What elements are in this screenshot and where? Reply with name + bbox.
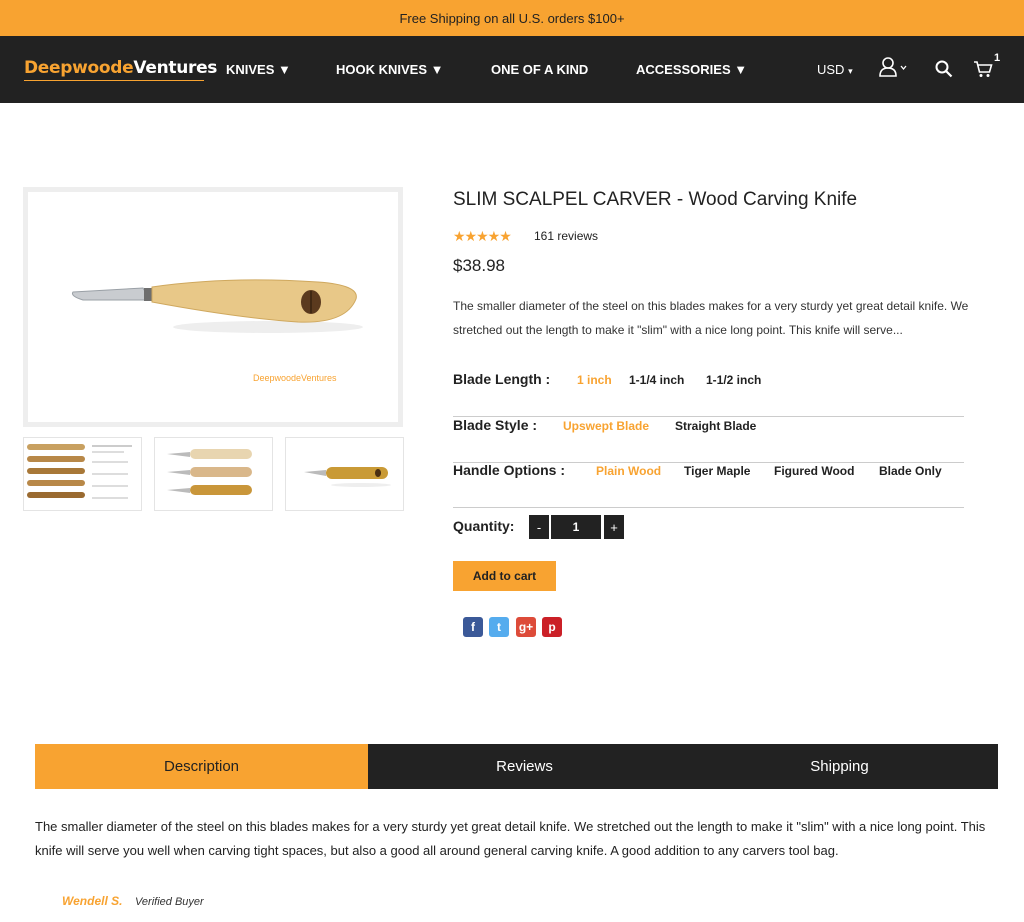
facebook-icon[interactable]: f xyxy=(463,617,483,637)
rating-stars: ★★★★★ xyxy=(453,228,512,244)
tab-reviews[interactable]: Reviews xyxy=(368,744,681,789)
product-tabs: Description Reviews Shipping xyxy=(35,744,998,789)
reviews-count-link[interactable]: 161 reviews xyxy=(534,229,598,243)
option-value-blade-only[interactable]: Blade Only xyxy=(879,464,942,478)
thumbnail-image xyxy=(304,467,391,487)
thumbnail-image xyxy=(27,444,132,499)
add-to-cart-button[interactable]: Add to cart xyxy=(453,561,556,591)
option-label: Blade Length : xyxy=(453,371,551,387)
quantity-input[interactable] xyxy=(551,515,601,539)
thumbnail-handle-variants[interactable] xyxy=(154,437,273,511)
option-label: Blade Style : xyxy=(453,417,538,433)
option-value-1-1-4-inch[interactable]: 1-1/4 inch xyxy=(629,373,684,387)
nav-item-hook-knives[interactable]: HOOK KNIVES ▼ xyxy=(336,62,444,77)
chevron-down-icon: ▾ xyxy=(848,66,853,76)
cart-button[interactable] xyxy=(973,60,993,83)
option-blade-length: Blade Length : 1 inch 1-1/4 inch 1-1/2 i… xyxy=(453,371,964,417)
quantity-label: Quantity: xyxy=(453,518,515,534)
logo-underline xyxy=(24,80,204,81)
promo-bar: Free Shipping on all U.S. orders $100+ xyxy=(0,0,1024,36)
image-watermark: DeepwoodeVentures xyxy=(253,373,337,383)
product-price: $38.98 xyxy=(453,256,505,275)
option-value-plain-wood[interactable]: Plain Wood xyxy=(596,464,661,478)
quantity-decrease-button[interactable]: - xyxy=(529,515,549,539)
knife-image xyxy=(72,279,363,333)
option-value-1-1-2-inch[interactable]: 1-1/2 inch xyxy=(706,373,761,387)
long-description: The smaller diameter of the steel on thi… xyxy=(35,819,986,858)
currency-selector[interactable]: USD ▾ xyxy=(817,62,853,77)
search-icon xyxy=(935,60,953,78)
logo[interactable]: DeepwoodeVentures xyxy=(24,58,217,78)
promo-text: Free Shipping on all U.S. orders $100+ xyxy=(399,10,625,26)
nav-item-one-of-a-kind[interactable]: ONE OF A KIND xyxy=(491,62,588,77)
logo-text-1: Deepwoode xyxy=(24,58,134,78)
option-blade-style: Blade Style : Upswept Blade Straight Bla… xyxy=(453,417,964,463)
cart-icon xyxy=(974,61,993,77)
reviewer-name: Wendell S. xyxy=(62,894,123,908)
option-label: Handle Options : xyxy=(453,462,565,478)
logo-text-2: Ventures xyxy=(133,58,218,78)
tab-shipping[interactable]: Shipping xyxy=(681,744,998,789)
option-value-upswept-blade[interactable]: Upswept Blade xyxy=(563,419,649,433)
currency-label: USD xyxy=(817,62,845,77)
nav-item-knives[interactable]: KNIVES ▼ xyxy=(226,62,291,77)
user-icon xyxy=(879,57,907,77)
option-value-1-inch[interactable]: 1 inch xyxy=(577,373,612,387)
google-plus-icon[interactable]: g+ xyxy=(516,617,536,637)
cart-count-badge: 1 xyxy=(994,52,1001,64)
option-value-straight-blade[interactable]: Straight Blade xyxy=(675,419,756,433)
verified-buyer-badge: Verified Buyer xyxy=(135,896,204,908)
account-button[interactable] xyxy=(879,57,907,82)
option-value-tiger-maple[interactable]: Tiger Maple xyxy=(684,464,750,478)
option-handle: Handle Options : Plain Wood Tiger Maple … xyxy=(453,462,964,508)
pinterest-icon[interactable]: p xyxy=(542,617,562,637)
quantity-increase-button[interactable]: + xyxy=(604,515,624,539)
thumbnail-image xyxy=(167,449,252,495)
twitter-icon[interactable]: t xyxy=(489,617,509,637)
product-title: SLIM SCALPEL CARVER - Wood Carving Knife xyxy=(453,189,858,210)
tab-description[interactable]: Description xyxy=(35,744,368,789)
short-description: The smaller diameter of the steel on thi… xyxy=(453,299,969,337)
main-nav: DeepwoodeVentures KNIVES ▼ HOOK KNIVES ▼… xyxy=(0,36,1024,103)
product-main-image[interactable]: DeepwoodeVentures xyxy=(23,187,403,427)
search-button[interactable] xyxy=(935,60,953,83)
thumbnail-size-comparison[interactable] xyxy=(23,437,142,511)
thumbnail-figured-wood[interactable] xyxy=(285,437,404,511)
nav-item-accessories[interactable]: ACCESSORIES ▼ xyxy=(636,62,747,77)
option-value-figured-wood[interactable]: Figured Wood xyxy=(774,464,854,478)
